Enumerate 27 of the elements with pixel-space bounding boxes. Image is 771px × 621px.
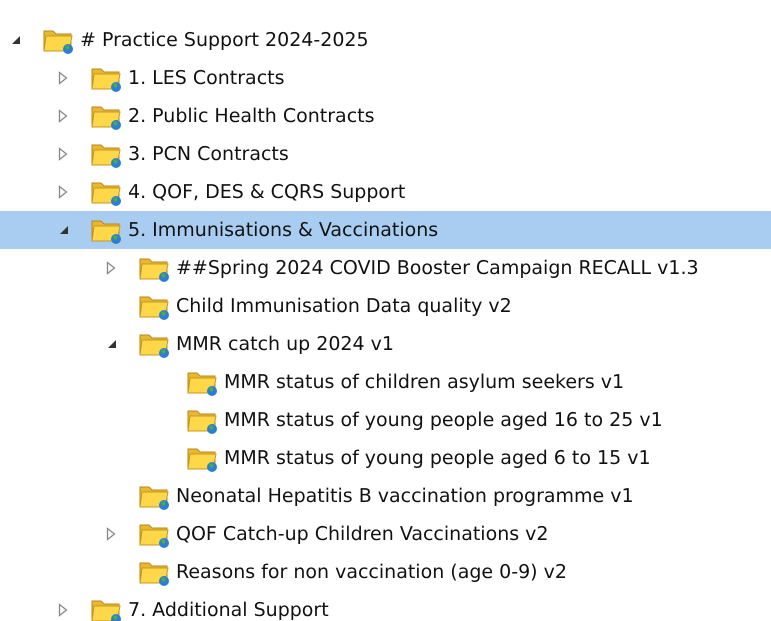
expand-arrow-icon[interactable] — [58, 71, 68, 85]
expand-arrow-icon[interactable] — [58, 109, 68, 123]
expand-arrow-icon[interactable] — [106, 261, 116, 275]
collapse-arrow-icon[interactable] — [106, 338, 118, 350]
expand-arrow-icon[interactable] — [58, 603, 68, 617]
tree-item-label[interactable]: 3. PCN Contracts — [128, 140, 289, 168]
collapse-arrow-icon[interactable] — [58, 224, 70, 236]
tree-item-label[interactable]: MMR status of young people aged 6 to 15 v1 — [224, 444, 651, 472]
expand-arrow-icon[interactable] — [106, 527, 116, 541]
tree-item-label[interactable]: Reasons for non vaccination (age 0-9) v2 — [176, 558, 567, 586]
collapse-arrow-icon[interactable] — [10, 34, 22, 46]
tree-item-label[interactable]: ##Spring 2024 COVID Booster Campaign RECALL v1.3 — [176, 254, 699, 282]
tree-item-label[interactable]: MMR catch up 2024 v1 — [176, 330, 394, 358]
tree-item-label[interactable]: 7. Additional Support — [128, 596, 329, 621]
tree-item-label[interactable]: QOF Catch-up Children Vaccinations v2 — [176, 520, 549, 548]
tree-item-label[interactable]: Neonatal Hepatitis B vaccination programme v1 — [176, 482, 634, 510]
tree-item-label[interactable]: 4. QOF, DES & CQRS Support — [128, 178, 406, 206]
tree-item-label[interactable]: 1. LES Contracts — [128, 64, 284, 92]
tree-item-label[interactable]: MMR status of young people aged 16 to 25 v1 — [224, 406, 663, 434]
tree-item-label[interactable]: Child Immunisation Data quality v2 — [176, 292, 512, 320]
tree-item-label[interactable]: 2. Public Health Contracts — [128, 102, 374, 130]
tree-item-label[interactable]: MMR status of children asylum seekers v1 — [224, 368, 624, 396]
tree-item-label[interactable]: 5. Immunisations & Vaccinations — [128, 216, 438, 244]
expand-arrow-icon[interactable] — [58, 185, 68, 199]
selected-row[interactable]: 5. Immunisations & Vaccinations — [0, 211, 771, 249]
expand-arrow-icon[interactable] — [58, 147, 68, 161]
tree-item-label[interactable]: # Practice Support 2024-2025 — [80, 26, 369, 54]
